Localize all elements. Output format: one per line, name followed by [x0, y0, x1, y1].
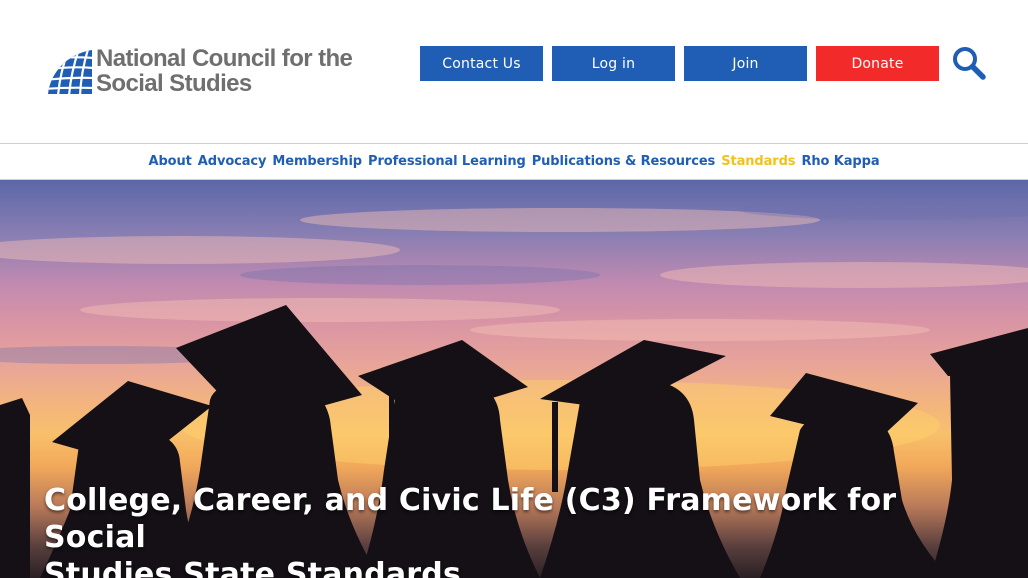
nav-item-publications-resources[interactable]: Publications & Resources	[532, 154, 716, 169]
join-button[interactable]: Join	[684, 46, 807, 81]
site-header: National Council for the Social Studies …	[0, 0, 1028, 143]
contact-us-button[interactable]: Contact Us	[420, 46, 543, 81]
logo-line-1: National Council for the	[96, 45, 353, 72]
site-logo-text: National Council for the Social Studies	[96, 45, 353, 97]
globe-grid-icon	[48, 50, 92, 94]
search-icon[interactable]	[952, 46, 986, 80]
nav-item-advocacy[interactable]: Advocacy	[198, 154, 267, 169]
main-nav: About Advocacy Membership Professional L…	[0, 143, 1028, 180]
log-in-button[interactable]: Log in	[552, 46, 675, 81]
nav-item-professional-learning[interactable]: Professional Learning	[368, 154, 526, 169]
nav-item-membership[interactable]: Membership	[272, 154, 362, 169]
site-logo[interactable]: National Council for the Social Studies	[44, 44, 374, 98]
hero-title-line-2: Studies State Standards	[44, 557, 462, 578]
nav-item-standards[interactable]: Standards	[721, 154, 795, 169]
logo-line-2: Social Studies	[96, 70, 252, 97]
nav-item-rho-kappa[interactable]: Rho Kappa	[801, 154, 879, 169]
nav-item-about[interactable]: About	[149, 154, 192, 169]
hero-title-line-1: College, Career, and Civic Life (C3) Fra…	[44, 483, 897, 555]
hero-title: College, Career, and Civic Life (C3) Fra…	[44, 482, 984, 578]
hero-banner: College, Career, and Civic Life (C3) Fra…	[0, 180, 1028, 578]
donate-button[interactable]: Donate	[816, 46, 939, 81]
